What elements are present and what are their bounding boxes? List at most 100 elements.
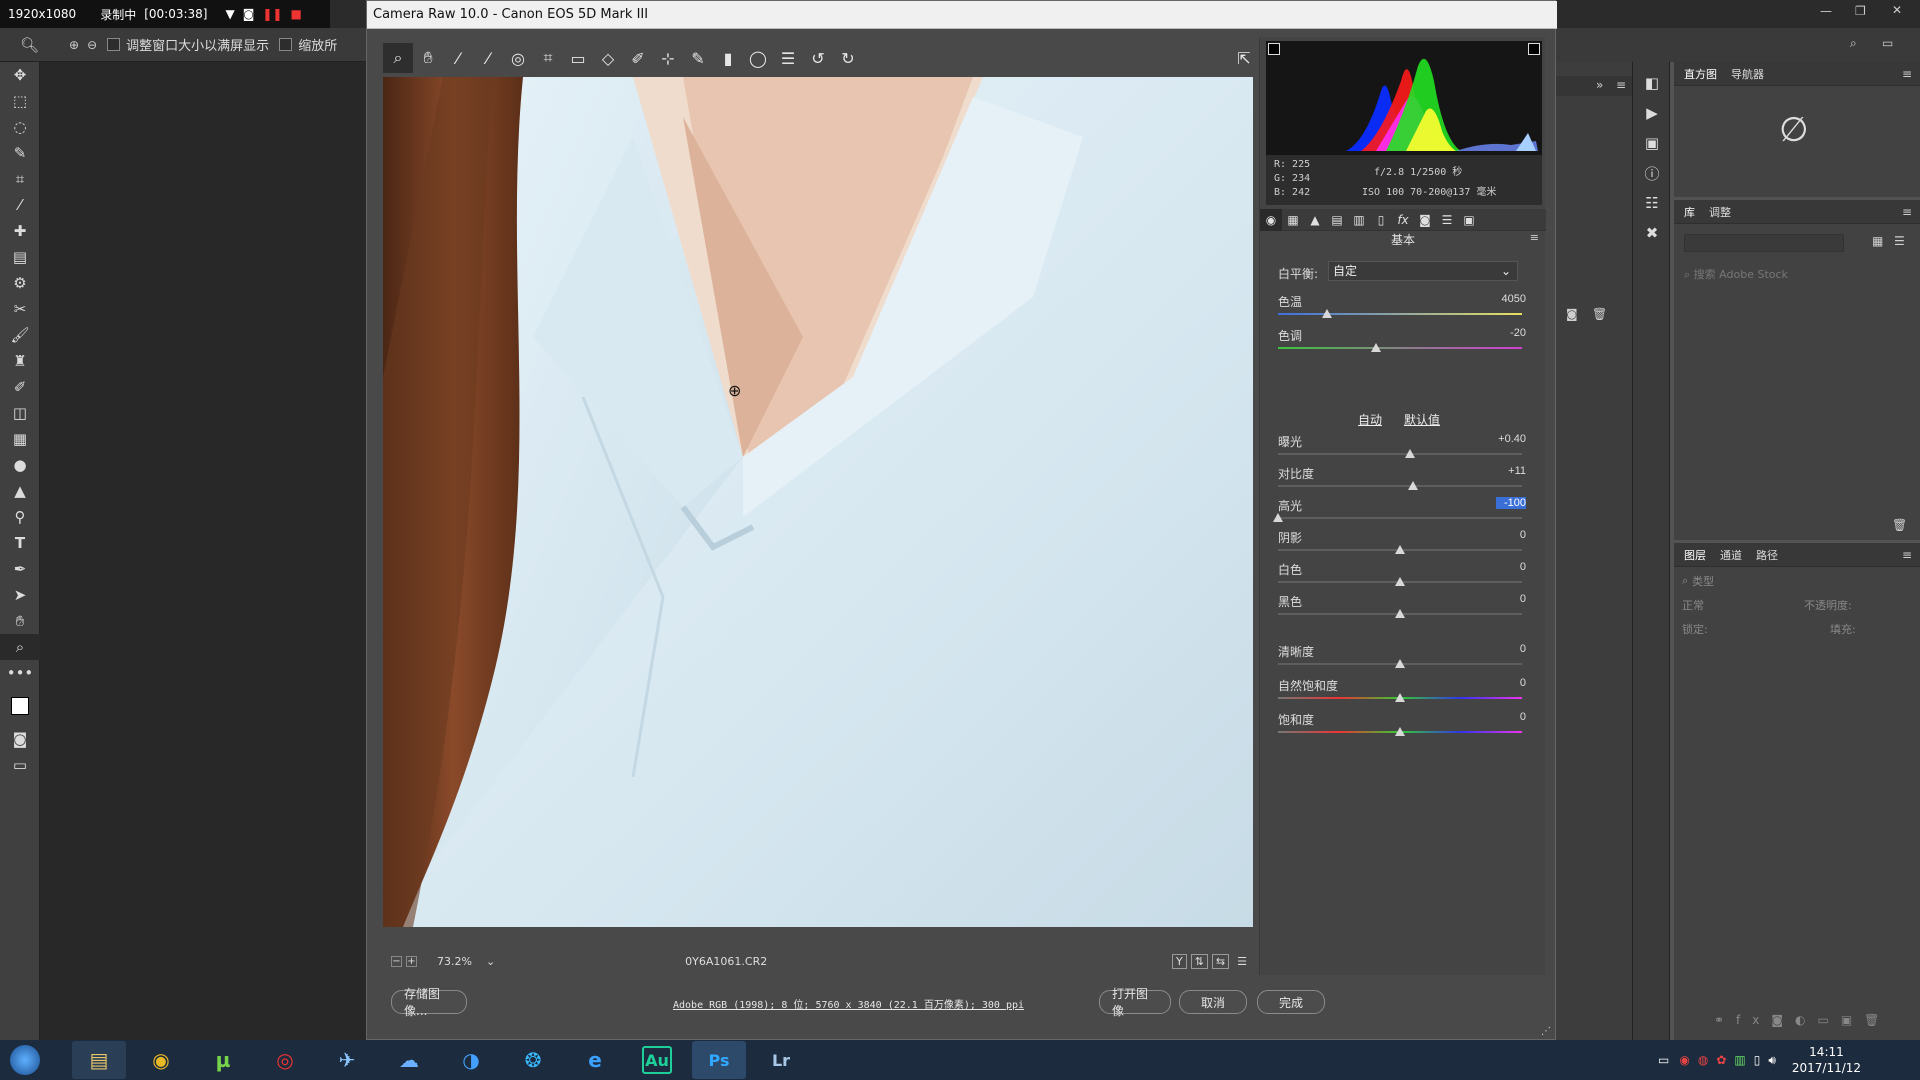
dodge-tool-icon[interactable]: ⚲ xyxy=(0,504,40,530)
network-icon[interactable]: ▯ xyxy=(1754,1053,1761,1067)
split-toning-tab-icon[interactable]: ▥ xyxy=(1348,209,1370,231)
search-icon[interactable]: ⌕ xyxy=(1850,36,1857,51)
healing-icon[interactable]: ✚ xyxy=(0,218,40,244)
tray-icon-1[interactable]: ▭ xyxy=(1658,1053,1669,1067)
dial-app-icon[interactable]: ❂ xyxy=(506,1041,560,1079)
bird-app-icon[interactable]: ✈ xyxy=(320,1041,374,1079)
redeye-icon[interactable]: ⊹ xyxy=(653,43,683,73)
resize-grip-icon[interactable]: ⋰ xyxy=(1541,1026,1551,1037)
camera-calibration-tab-icon[interactable]: ◙ xyxy=(1414,209,1436,231)
zoom-all-checkbox[interactable] xyxy=(279,38,293,51)
slider-handle[interactable] xyxy=(1395,545,1405,554)
cloud-app-icon[interactable]: ☁ xyxy=(382,1041,436,1079)
before-after-y-icon[interactable]: Y xyxy=(1171,953,1187,969)
menu-icon[interactable]: ≡ xyxy=(1616,78,1626,92)
radial-filter-icon[interactable]: ◯ xyxy=(743,43,773,73)
lens-tab-icon[interactable]: ▯ xyxy=(1370,209,1392,231)
slider-value[interactable]: -100 xyxy=(1496,497,1526,509)
brush-tool-icon[interactable]: 🖌︎ xyxy=(0,322,40,348)
slider-value[interactable]: 0 xyxy=(1466,677,1526,689)
basic-tab-icon[interactable]: ◉ xyxy=(1260,208,1282,231)
slider-track[interactable] xyxy=(1278,347,1522,349)
zoom-out-icon[interactable]: ⊖ xyxy=(87,38,97,52)
sharpen-tool-icon[interactable]: ▲ xyxy=(0,478,40,504)
slider-handle[interactable] xyxy=(1321,309,1332,318)
patch-icon[interactable]: ▤ xyxy=(0,244,40,270)
zoom-tool-icon[interactable]: 🔍︎ xyxy=(20,36,39,54)
tab-navigator[interactable]: 导航器 xyxy=(1731,66,1764,82)
tab-paths[interactable]: 路径 xyxy=(1756,547,1778,563)
color-sampler-icon[interactable]: ⁄ xyxy=(473,43,503,73)
crop-tool-icon[interactable]: ⌗ xyxy=(0,166,40,192)
type-tool-icon[interactable]: T xyxy=(0,530,40,556)
slider-value[interactable]: 0 xyxy=(1466,643,1526,655)
lasso-tool-icon[interactable]: ◌ xyxy=(0,114,40,140)
clock-time[interactable]: 14:11 xyxy=(1792,1044,1861,1060)
effects-tab-icon[interactable]: fx xyxy=(1392,209,1414,231)
lightroom-icon[interactable]: Lr xyxy=(754,1041,808,1079)
quick-mask-icon[interactable]: ◙ xyxy=(0,726,40,752)
preview-image[interactable]: ⊕ xyxy=(383,77,1253,927)
panel-menu-icon[interactable]: ≡ xyxy=(1902,67,1912,81)
tray-icon-5[interactable]: ▥ xyxy=(1734,1053,1745,1067)
minimize-icon[interactable]: — xyxy=(1820,4,1832,18)
spot-removal-icon[interactable]: ✐ xyxy=(623,43,653,73)
slider-handle[interactable] xyxy=(1408,481,1419,490)
wb-select[interactable]: 自定 ⌄ xyxy=(1328,261,1518,281)
pause-icon[interactable]: ❚❚ xyxy=(262,7,282,21)
workflow-options-link[interactable]: Adobe RGB (1998); 8 位; 5760 x 3840 (22.1… xyxy=(673,996,1024,1011)
panel-menu-icon[interactable]: ≡ xyxy=(1902,205,1912,219)
actions-play-icon[interactable]: ▶ xyxy=(1633,98,1671,128)
white-balance-tool-icon[interactable]: ⁄ xyxy=(443,43,473,73)
highlight-clip-icon[interactable] xyxy=(1528,43,1540,55)
targeted-adjust-icon[interactable]: ◎ xyxy=(503,43,533,73)
tray-icon-2[interactable]: ◉ xyxy=(1679,1053,1689,1067)
tray-icon-3[interactable]: ◍ xyxy=(1698,1053,1708,1067)
tray-icon-4[interactable]: ✿ xyxy=(1716,1053,1726,1067)
slider-track[interactable] xyxy=(1278,313,1522,315)
adjust-brush-icon[interactable]: ✎ xyxy=(683,43,713,73)
auto-button[interactable]: 自动 xyxy=(1358,411,1382,428)
presets-tab-icon[interactable]: ☰ xyxy=(1436,209,1458,231)
slider-handle[interactable] xyxy=(1370,343,1381,352)
adjust-icon[interactable]: ☷ xyxy=(1633,188,1671,218)
default-button[interactable]: 默认值 xyxy=(1404,411,1440,428)
panel-menu-icon[interactable]: ≡ xyxy=(1902,548,1912,562)
slider-handle[interactable] xyxy=(1395,577,1405,586)
snapshots-tab-icon[interactable]: ▣ xyxy=(1458,209,1480,231)
tab-library[interactable]: 库 xyxy=(1684,204,1695,220)
content-icon[interactable]: ⚙ xyxy=(0,270,40,296)
cancel-button[interactable]: 取消 xyxy=(1179,990,1247,1014)
zoom-level[interactable]: 73.2% xyxy=(437,955,472,968)
shadow-clip-icon[interactable] xyxy=(1268,43,1280,55)
zoom-in-icon[interactable]: ⊕ xyxy=(69,38,79,52)
more-tools-icon[interactable]: ••• xyxy=(0,660,40,686)
tab-layers[interactable]: 图层 xyxy=(1684,547,1706,563)
ie-icon[interactable]: e xyxy=(568,1041,622,1079)
slider-value[interactable]: 0 xyxy=(1466,529,1526,541)
done-button[interactable]: 完成 xyxy=(1257,990,1325,1014)
trash-icon[interactable]: 🗑︎ xyxy=(1592,307,1607,321)
layer-actions[interactable]: ⚭fx◙◐▭▣🗑︎ xyxy=(1714,1013,1891,1027)
slider-value[interactable]: 0 xyxy=(1466,561,1526,573)
marquee-tool-icon[interactable]: ⬚ xyxy=(0,88,40,114)
slider-track[interactable] xyxy=(1278,453,1522,455)
trash-icon[interactable]: 🗑︎ xyxy=(1892,518,1907,532)
slider-handle[interactable] xyxy=(1395,609,1405,618)
tab-histogram[interactable]: 直方图 xyxy=(1684,66,1717,82)
explorer-icon[interactable]: ▤ xyxy=(72,1041,126,1079)
slider-handle[interactable] xyxy=(1404,449,1415,458)
history-brush-icon[interactable]: ✐ xyxy=(0,374,40,400)
pen-tool-icon[interactable]: ✒ xyxy=(0,556,40,582)
properties-icon[interactable]: ▣ xyxy=(1633,128,1671,158)
histogram-panel-icon[interactable]: ◧ xyxy=(1633,68,1671,98)
zoom-dropdown-icon[interactable]: ⌄ xyxy=(486,955,495,968)
fit-window-checkbox[interactable] xyxy=(107,38,121,51)
tab-channels[interactable]: 通道 xyxy=(1720,547,1742,563)
photoshop-icon[interactable]: Ps xyxy=(692,1041,746,1079)
slider-track[interactable] xyxy=(1278,485,1522,487)
stock-search[interactable]: ⌕ 搜索 Adobe Stock xyxy=(1684,266,1910,284)
hsl-tab-icon[interactable]: ▤ xyxy=(1326,209,1348,231)
eraser-tool-icon[interactable]: ◫ xyxy=(0,400,40,426)
zoom-tool-icon[interactable]: ⌕ xyxy=(383,43,413,73)
